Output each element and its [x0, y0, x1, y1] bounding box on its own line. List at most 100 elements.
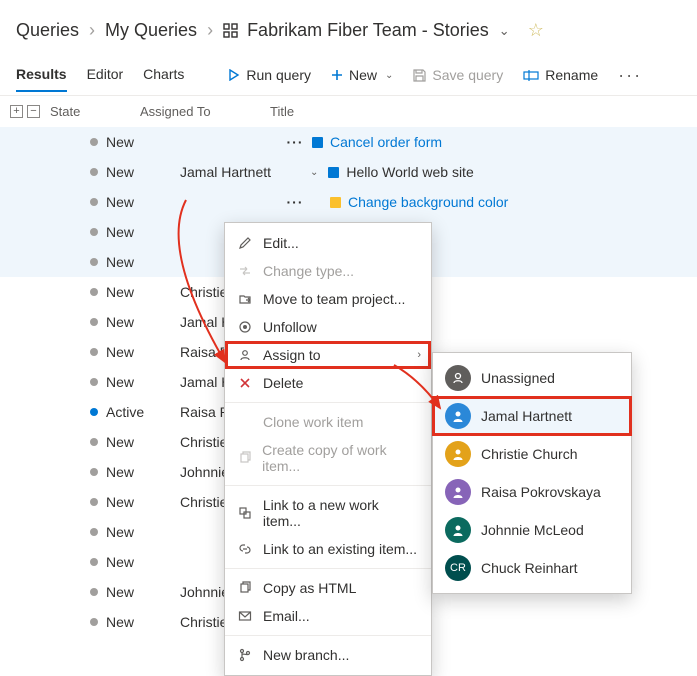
new-button[interactable]: New ⌄ [331, 67, 393, 83]
ctx-email[interactable]: Email... [225, 602, 431, 630]
user-story-icon [326, 165, 340, 179]
copy-icon [237, 451, 252, 465]
favorite-star-icon[interactable]: ☆ [528, 20, 544, 41]
tabs: Results Editor Charts [16, 58, 184, 92]
table-row[interactable]: New···Cancel order form [0, 127, 697, 157]
title-cell[interactable]: Change background color [310, 194, 697, 210]
delete-icon [237, 376, 253, 390]
state-cell: New [90, 194, 180, 210]
rename-button[interactable]: Rename [523, 67, 598, 83]
col-state[interactable]: State [50, 104, 140, 119]
breadcrumb-my-queries[interactable]: My Queries [105, 20, 197, 41]
assign-johnnie-mcleod[interactable]: Johnnie McLeod [433, 511, 631, 549]
ctx-edit[interactable]: Edit... [225, 229, 431, 257]
tab-charts[interactable]: Charts [143, 58, 184, 92]
row-more-icon[interactable]: ··· [280, 194, 310, 210]
query-grid-icon [223, 23, 239, 39]
state-cell: New [90, 434, 180, 450]
chevron-down-icon[interactable]: ⌄ [499, 23, 510, 39]
ctx-new-branch[interactable]: New branch... [225, 641, 431, 669]
ctx-create-copy: Create copy of work item... [225, 436, 431, 480]
table-row[interactable]: New ···Change background color [0, 187, 697, 217]
state-dot-icon [90, 528, 98, 536]
chevron-right-icon: › [417, 349, 421, 361]
ctx-change-type: Change type... [225, 257, 431, 285]
title-cell[interactable]: Cancel order form [310, 134, 697, 150]
table-row[interactable]: NewJamal Hartnett⌄Hello World web site [0, 157, 697, 187]
breadcrumb-queries[interactable]: Queries [16, 20, 79, 41]
state-cell: New [90, 584, 180, 600]
title-cell: ⌄Hello World web site [310, 164, 697, 180]
assign-jamal-hartnett[interactable]: Jamal Hartnett [433, 397, 631, 435]
state-dot-icon [90, 288, 98, 296]
copy-html-icon [237, 581, 253, 595]
save-query-button[interactable]: Save query [413, 67, 503, 83]
col-assigned[interactable]: Assigned To [140, 104, 270, 119]
separator [225, 402, 431, 403]
assign-unassigned[interactable]: Unassigned [433, 359, 631, 397]
avatar-icon [445, 403, 471, 429]
ctx-link-new[interactable]: Link to a new work item... [225, 491, 431, 535]
avatar-icon [445, 441, 471, 467]
ctx-assign-to[interactable]: Assign to › [225, 341, 431, 369]
play-icon [228, 69, 240, 81]
col-title[interactable]: Title [270, 104, 697, 119]
unfollow-icon [237, 320, 253, 334]
tab-editor[interactable]: Editor [87, 58, 124, 92]
state-cell: New [90, 374, 180, 390]
state-cell: New [90, 464, 180, 480]
chevron-down-icon: ⌄ [385, 70, 393, 81]
run-query-button[interactable]: Run query [228, 67, 311, 83]
toolbar-more-icon[interactable]: ··· [618, 65, 642, 86]
tab-results[interactable]: Results [16, 58, 67, 92]
state-cell: New [90, 224, 180, 240]
state-cell: New [90, 494, 180, 510]
ctx-delete[interactable]: Delete [225, 369, 431, 397]
user-story-icon [310, 135, 324, 149]
breadcrumb: Queries › My Queries › Fabrikam Fiber Te… [0, 0, 697, 55]
state-dot-icon [90, 468, 98, 476]
email-icon [237, 609, 253, 623]
ctx-link-existing[interactable]: Link to an existing item... [225, 535, 431, 563]
state-cell: New [90, 344, 180, 360]
state-dot-icon [90, 408, 98, 416]
separator [225, 485, 431, 486]
separator [225, 635, 431, 636]
assign-christie-church[interactable]: Christie Church [433, 435, 631, 473]
state-cell: New [90, 284, 180, 300]
state-dot-icon [90, 438, 98, 446]
state-dot-icon [90, 588, 98, 596]
collapse-all-icon[interactable]: − [27, 105, 40, 118]
chevron-down-icon[interactable]: ⌄ [310, 167, 318, 178]
link-icon [237, 542, 253, 556]
assign-raisa-pokrovskaya[interactable]: Raisa Pokrovskaya [433, 473, 631, 511]
state-cell: New [90, 614, 180, 630]
change-type-icon [237, 264, 253, 278]
state-dot-icon [90, 138, 98, 146]
save-icon [413, 69, 426, 82]
task-icon [328, 195, 342, 209]
expand-all-icon[interactable]: + [10, 105, 23, 118]
ctx-unfollow[interactable]: Unfollow [225, 313, 431, 341]
table-header: + − State Assigned To Title [0, 95, 697, 127]
ctx-move[interactable]: Move to team project... [225, 285, 431, 313]
state-cell: New [90, 554, 180, 570]
ctx-copy-html[interactable]: Copy as HTML [225, 574, 431, 602]
state-dot-icon [90, 168, 98, 176]
breadcrumb-title: Fabrikam Fiber Team - Stories [247, 20, 489, 41]
assign-chuck-reinhart[interactable]: CR Chuck Reinhart [433, 549, 631, 587]
state-dot-icon [90, 318, 98, 326]
state-cell: New [90, 524, 180, 540]
assign-to-submenu: Unassigned Jamal Hartnett Christie Churc… [432, 352, 632, 594]
state-dot-icon [90, 258, 98, 266]
row-more-icon[interactable]: ··· [280, 134, 310, 150]
breadcrumb-current[interactable]: Fabrikam Fiber Team - Stories ⌄ [223, 20, 510, 41]
pencil-icon [237, 236, 253, 250]
avatar-unassigned-icon [445, 365, 471, 391]
toolbar: Run query New ⌄ Save query Rename ··· [228, 65, 642, 86]
avatar-icon [445, 479, 471, 505]
separator [225, 568, 431, 569]
tabs-toolbar: Results Editor Charts Run query New ⌄ Sa… [0, 55, 697, 95]
state-dot-icon [90, 378, 98, 386]
avatar-icon [445, 517, 471, 543]
